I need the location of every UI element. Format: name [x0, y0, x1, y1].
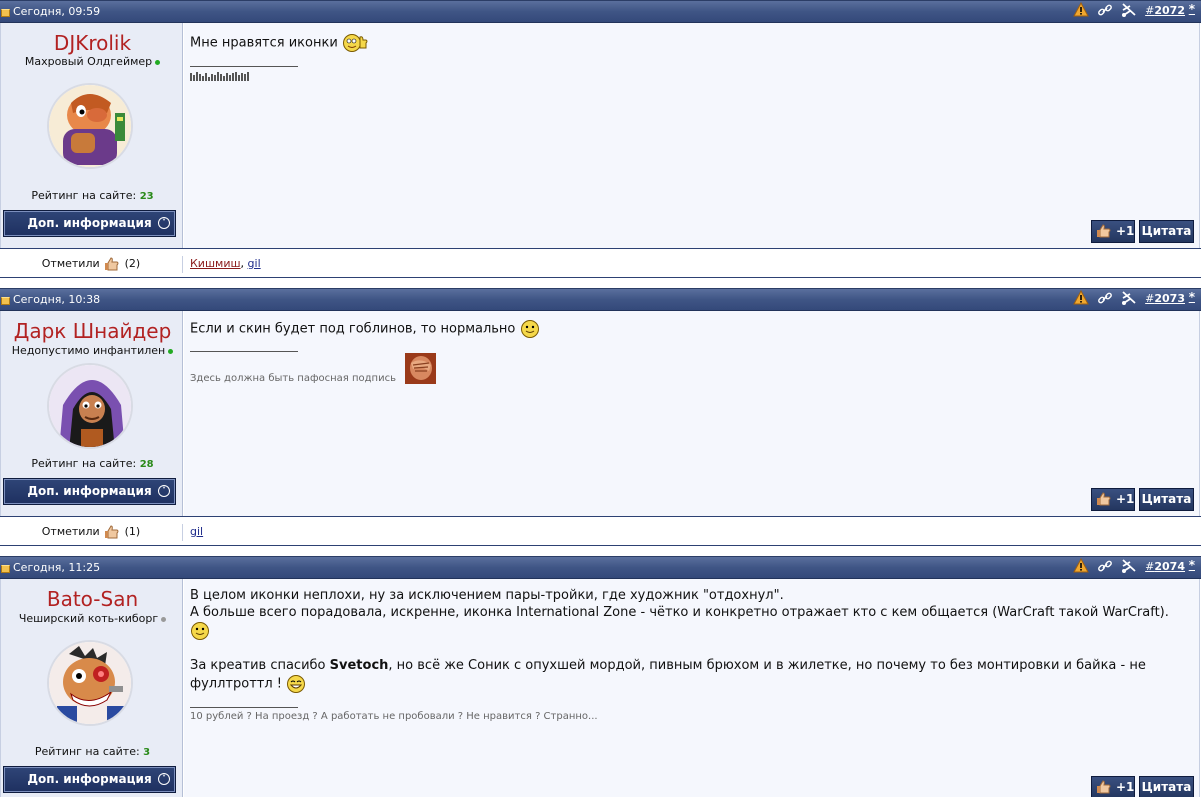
- marked-user-link[interactable]: gil: [248, 257, 261, 270]
- quote-button[interactable]: Цитата: [1139, 488, 1194, 511]
- like-button[interactable]: +1: [1091, 776, 1135, 797]
- post-text: Если и скин будет под гоблинов, то норма…: [190, 319, 540, 339]
- username[interactable]: Bato-San: [1, 587, 184, 611]
- online-status-icon: [168, 348, 174, 354]
- user-title: Недопустимо инфантилен: [1, 344, 184, 357]
- scissors-icon[interactable]: [1121, 2, 1137, 18]
- user-title: Чеширский коть-киборг: [1, 612, 184, 625]
- user-panel: Bato-San Чеширский коть-киборг Рейтинг н…: [0, 579, 183, 797]
- signature-image: [190, 70, 250, 81]
- username[interactable]: DJKrolik: [1, 31, 184, 55]
- warning-icon[interactable]: [1073, 558, 1089, 574]
- thumb-up-icon: [1097, 224, 1111, 238]
- link-icon[interactable]: [1097, 558, 1113, 574]
- user-rating: Рейтинг на сайте: 23: [31, 189, 154, 202]
- username[interactable]: Дарк Шнайдер: [1, 319, 184, 343]
- user-rating: Рейтинг на сайте: 3: [34, 745, 151, 758]
- chevron-down-icon: ˅: [158, 773, 170, 785]
- offline-status-icon: [161, 616, 167, 622]
- user-panel: Дарк Шнайдер Недопустимо инфантилен Рейт…: [0, 311, 183, 516]
- smiley-icon: [191, 622, 209, 640]
- facepalm-icon: [405, 353, 436, 384]
- smiley-icon: [520, 320, 539, 338]
- post-header: Сегодня, 10:38 #2073 *: [0, 288, 1201, 311]
- warning-icon[interactable]: [1073, 2, 1089, 18]
- quote-button[interactable]: Цитата: [1139, 220, 1194, 243]
- marks-users: Кишмиш, gil: [190, 257, 261, 270]
- post-number-link[interactable]: #2072: [1145, 4, 1185, 17]
- marked-user-link[interactable]: gil: [190, 525, 203, 538]
- scissors-icon[interactable]: [1121, 558, 1137, 574]
- signature-divider: [190, 351, 298, 352]
- chevron-down-icon: ˅: [158, 217, 170, 229]
- post-permalink-star[interactable]: *: [1189, 558, 1195, 572]
- more-info-button[interactable]: Доп. информация ˅: [3, 766, 176, 793]
- marks-row: Отметили (2) Кишмиш, gil: [0, 248, 1201, 278]
- grin-smiley-icon: [287, 675, 306, 693]
- signature-divider: [190, 66, 298, 67]
- folder-icon: [1, 297, 10, 305]
- post-number-link[interactable]: #2073: [1145, 292, 1185, 305]
- post-permalink-star[interactable]: *: [1189, 290, 1195, 304]
- marks-label: Отметили (1): [0, 524, 183, 541]
- avatar[interactable]: [47, 83, 133, 169]
- avatar[interactable]: [47, 363, 133, 449]
- link-icon[interactable]: [1097, 2, 1113, 18]
- signature: Здесь должна быть пафосная подпись: [190, 373, 396, 384]
- user-rating: Рейтинг на сайте: 28: [31, 457, 154, 470]
- thumb-up-icon: [1097, 780, 1111, 794]
- avatar[interactable]: [47, 640, 133, 726]
- mentioned-user: Svetoch: [329, 658, 389, 673]
- chevron-down-icon: ˅: [158, 485, 170, 497]
- folder-icon: [1, 9, 10, 17]
- marks-row: Отметили (1) gil: [0, 516, 1201, 546]
- post-body: Если и скин будет под гоблинов, то норма…: [184, 311, 1200, 516]
- user-title: Махровый Олдгеймер: [1, 55, 184, 68]
- user-panel: DJKrolik Махровый Олдгеймер Рейтинг на с…: [0, 23, 183, 248]
- thumb-up-icon: [105, 257, 119, 271]
- thumb-up-icon: [105, 525, 119, 539]
- post-date: Сегодня, 09:59: [13, 5, 101, 18]
- signature-divider: [190, 707, 298, 708]
- post-permalink-star[interactable]: *: [1189, 2, 1195, 16]
- marks-users: gil: [190, 525, 203, 538]
- warning-icon[interactable]: [1073, 290, 1089, 306]
- like-button[interactable]: +1: [1091, 488, 1135, 511]
- like-button[interactable]: +1: [1091, 220, 1135, 243]
- post-number-link[interactable]: #2074: [1145, 560, 1185, 573]
- folder-icon: [1, 565, 10, 573]
- post-date: Сегодня, 11:25: [13, 561, 101, 574]
- marks-label: Отметили (2): [0, 256, 183, 273]
- post-header: Сегодня, 11:25 #2074 *: [0, 556, 1201, 579]
- post-text: В целом иконки неплохи, ну за исключение…: [190, 587, 1200, 694]
- more-info-button[interactable]: Доп. информация ˅: [3, 478, 176, 505]
- post-body: Мне нравятся иконки +1 Цитата: [184, 23, 1200, 248]
- thumb-up-icon: [1097, 492, 1111, 506]
- thumbs-up-smiley-icon: [342, 34, 368, 52]
- scissors-icon[interactable]: [1121, 290, 1137, 306]
- signature: 10 рублей ? На проезд ? А работать не пр…: [190, 711, 598, 722]
- post-text: Мне нравятся иконки: [190, 33, 368, 53]
- post-date: Сегодня, 10:38: [13, 293, 101, 306]
- link-icon[interactable]: [1097, 290, 1113, 306]
- quote-button[interactable]: Цитата: [1139, 776, 1194, 797]
- more-info-button[interactable]: Доп. информация ˅: [3, 210, 176, 237]
- marked-user-link[interactable]: Кишмиш: [190, 257, 241, 270]
- post-body: В целом иконки неплохи, ну за исключение…: [184, 579, 1200, 797]
- post-header: Сегодня, 09:59 #2072 *: [0, 0, 1201, 23]
- online-status-icon: [155, 59, 161, 65]
